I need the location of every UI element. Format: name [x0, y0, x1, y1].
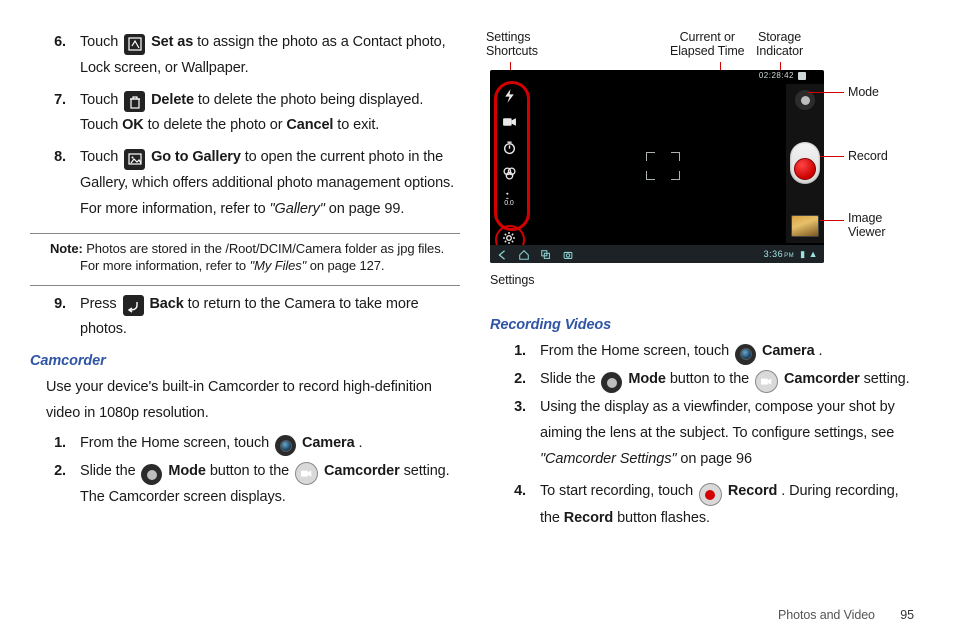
mode-camcorder-icon — [755, 370, 778, 393]
step-7: 7. Touch Delete to delete the photo bein… — [30, 88, 460, 140]
callout-settings: Settings — [490, 273, 920, 287]
nav-screenshot-icon[interactable] — [562, 249, 574, 259]
back-icon — [123, 295, 144, 316]
right-column: SettingsShortcuts Current orElapsed Time… — [490, 30, 920, 626]
storage-indicator-icon — [798, 72, 806, 80]
divider — [30, 285, 460, 286]
shortcuts-highlight-oval — [494, 81, 530, 231]
delete-icon — [124, 91, 145, 112]
step-num: 7. — [30, 88, 80, 140]
record-dot-icon — [794, 158, 816, 180]
gallery-icon — [124, 149, 145, 170]
mode-button[interactable] — [795, 90, 815, 110]
step-num: 6. — [30, 30, 80, 82]
right-controls-panel — [786, 84, 824, 243]
record-button[interactable] — [790, 142, 820, 184]
rec-step-4: 4. To start recording, touch Record . Du… — [490, 479, 920, 532]
mode-camcorder-icon — [295, 462, 318, 485]
image-viewer-thumbnail[interactable] — [791, 215, 819, 237]
set-as-icon — [124, 34, 145, 55]
nav-back-icon[interactable] — [496, 249, 508, 259]
left-column: 6. Touch Set as to assign the photo as a… — [30, 30, 460, 626]
camcorder-intro: Use your device's built-in Camcorder to … — [46, 375, 460, 427]
callout-elapsed-time: Current orElapsed Time — [670, 30, 745, 59]
divider — [30, 233, 460, 234]
cam-step-2: 2. Slide the Mode button to the Camcorde… — [30, 459, 460, 511]
rec-step-1: 1. From the Home screen, touch Camera . — [490, 339, 920, 365]
step-9: 9. Press Back to return to the Camera to… — [30, 292, 460, 344]
camera-icon — [275, 435, 296, 456]
step-num: 8. — [30, 145, 80, 222]
callout-storage: StorageIndicator — [756, 30, 803, 59]
camera-icon — [735, 344, 756, 365]
nav-recent-icon[interactable] — [540, 249, 552, 259]
callout-record: Record — [848, 149, 888, 163]
page-number: 95 — [900, 608, 914, 622]
heading-camcorder: Camcorder — [30, 353, 460, 369]
page-footer: Photos and Video 95 — [778, 608, 914, 622]
heading-recording-videos: Recording Videos — [490, 317, 920, 333]
nav-bar: 3:36PM ▮ ▲ — [490, 245, 824, 263]
camcorder-screenshot: 02:28:42 0.0 — [490, 70, 824, 263]
note-block: Note: Photos are stored in the /Root/DCI… — [30, 240, 460, 275]
mode-off-icon — [141, 464, 162, 485]
step-6: 6. Touch Set as to assign the photo as a… — [30, 30, 460, 82]
step-8: 8. Touch Go to Gallery to open the curre… — [30, 145, 460, 222]
elapsed-time-indicator: 02:28:42 — [759, 71, 794, 80]
rec-step-2: 2. Slide the Mode button to the Camcorde… — [490, 367, 920, 394]
step-num: 9. — [30, 292, 80, 344]
callout-settings-shortcuts: SettingsShortcuts — [486, 30, 538, 59]
system-time: 3:36PM ▮ ▲ — [764, 249, 818, 260]
callout-image-viewer: ImageViewer — [848, 211, 885, 240]
status-bar: 02:28:42 — [757, 70, 824, 81]
focus-brackets — [646, 152, 680, 180]
record-icon — [699, 483, 722, 506]
camcorder-diagram: SettingsShortcuts Current orElapsed Time… — [490, 30, 920, 287]
callout-mode: Mode — [848, 85, 879, 99]
cam-step-1: 1. From the Home screen, touch Camera . — [30, 431, 460, 457]
nav-home-icon[interactable] — [518, 249, 530, 259]
mode-off-icon — [601, 372, 622, 393]
rec-step-3: 3. Using the display as a viewfinder, co… — [490, 395, 920, 472]
